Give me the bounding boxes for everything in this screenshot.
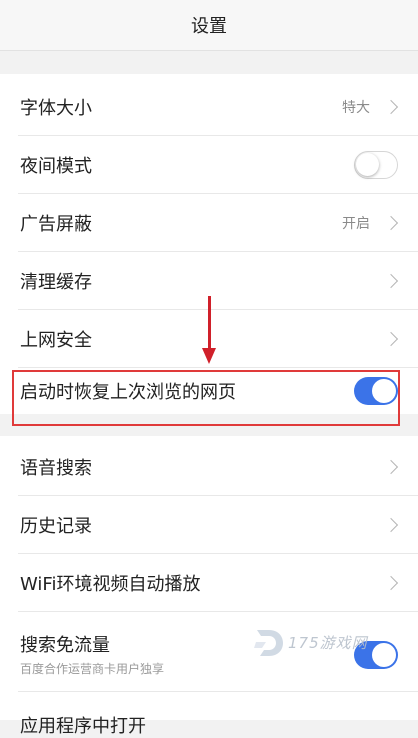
- setting-value: 开启: [342, 216, 370, 232]
- setting-label: 历史记录: [20, 516, 92, 537]
- chevron-right-icon: [383, 273, 399, 289]
- setting-label: 上网安全: [20, 330, 92, 351]
- header-bar: 设置: [0, 0, 418, 51]
- toggle-knob: [372, 643, 396, 667]
- setting-voice-search[interactable]: 语音搜索: [0, 438, 418, 496]
- watermark-text: 175游戏网: [288, 634, 368, 652]
- setting-label: 广告屏蔽: [20, 214, 92, 235]
- page-title: 设置: [191, 16, 227, 37]
- setting-restore-last-page[interactable]: 启动时恢复上次浏览的网页: [0, 368, 418, 414]
- chevron-right-icon: [383, 99, 399, 115]
- divider: [18, 691, 418, 692]
- setting-ad-block[interactable]: 广告屏蔽 开启: [0, 194, 418, 252]
- chevron-right-icon: [383, 459, 399, 475]
- setting-label: 字体大小: [20, 98, 92, 119]
- restore-page-toggle[interactable]: [354, 377, 398, 405]
- partial-next-row-label: 应用程序中打开: [20, 716, 146, 737]
- setting-value: 特大: [342, 100, 370, 116]
- setting-label: 夜间模式: [20, 156, 92, 177]
- chevron-right-icon: [383, 331, 399, 347]
- setting-label: 清理缓存: [20, 272, 92, 293]
- down-arrow-head: [202, 348, 216, 364]
- down-arrow-annotation: [208, 296, 211, 350]
- toggle-knob: [372, 379, 396, 403]
- chevron-right-icon: [383, 517, 399, 533]
- chevron-right-icon: [383, 575, 399, 591]
- setting-night-mode[interactable]: 夜间模式: [0, 136, 418, 194]
- setting-wifi-autoplay[interactable]: WiFi环境视频自动播放: [0, 554, 418, 612]
- watermark: 175游戏网: [252, 626, 370, 662]
- setting-label: WiFi环境视频自动播放: [20, 574, 201, 595]
- setting-label: 搜索免流量: [20, 635, 110, 656]
- setting-label: 语音搜索: [20, 458, 92, 479]
- chevron-right-icon: [383, 215, 399, 231]
- setting-font-size[interactable]: 字体大小 特大: [0, 78, 418, 136]
- setting-label: 启动时恢复上次浏览的网页: [20, 382, 236, 403]
- setting-history[interactable]: 历史记录: [0, 496, 418, 554]
- toggle-knob: [356, 153, 379, 176]
- settings-group-2: 语音搜索 历史记录 WiFi环境视频自动播放 搜索免流量: [0, 436, 418, 720]
- watermark-logo-icon: [254, 630, 283, 656]
- night-mode-toggle[interactable]: [354, 151, 398, 179]
- setting-subtitle: 百度合作运营商卡用户独享: [20, 662, 165, 676]
